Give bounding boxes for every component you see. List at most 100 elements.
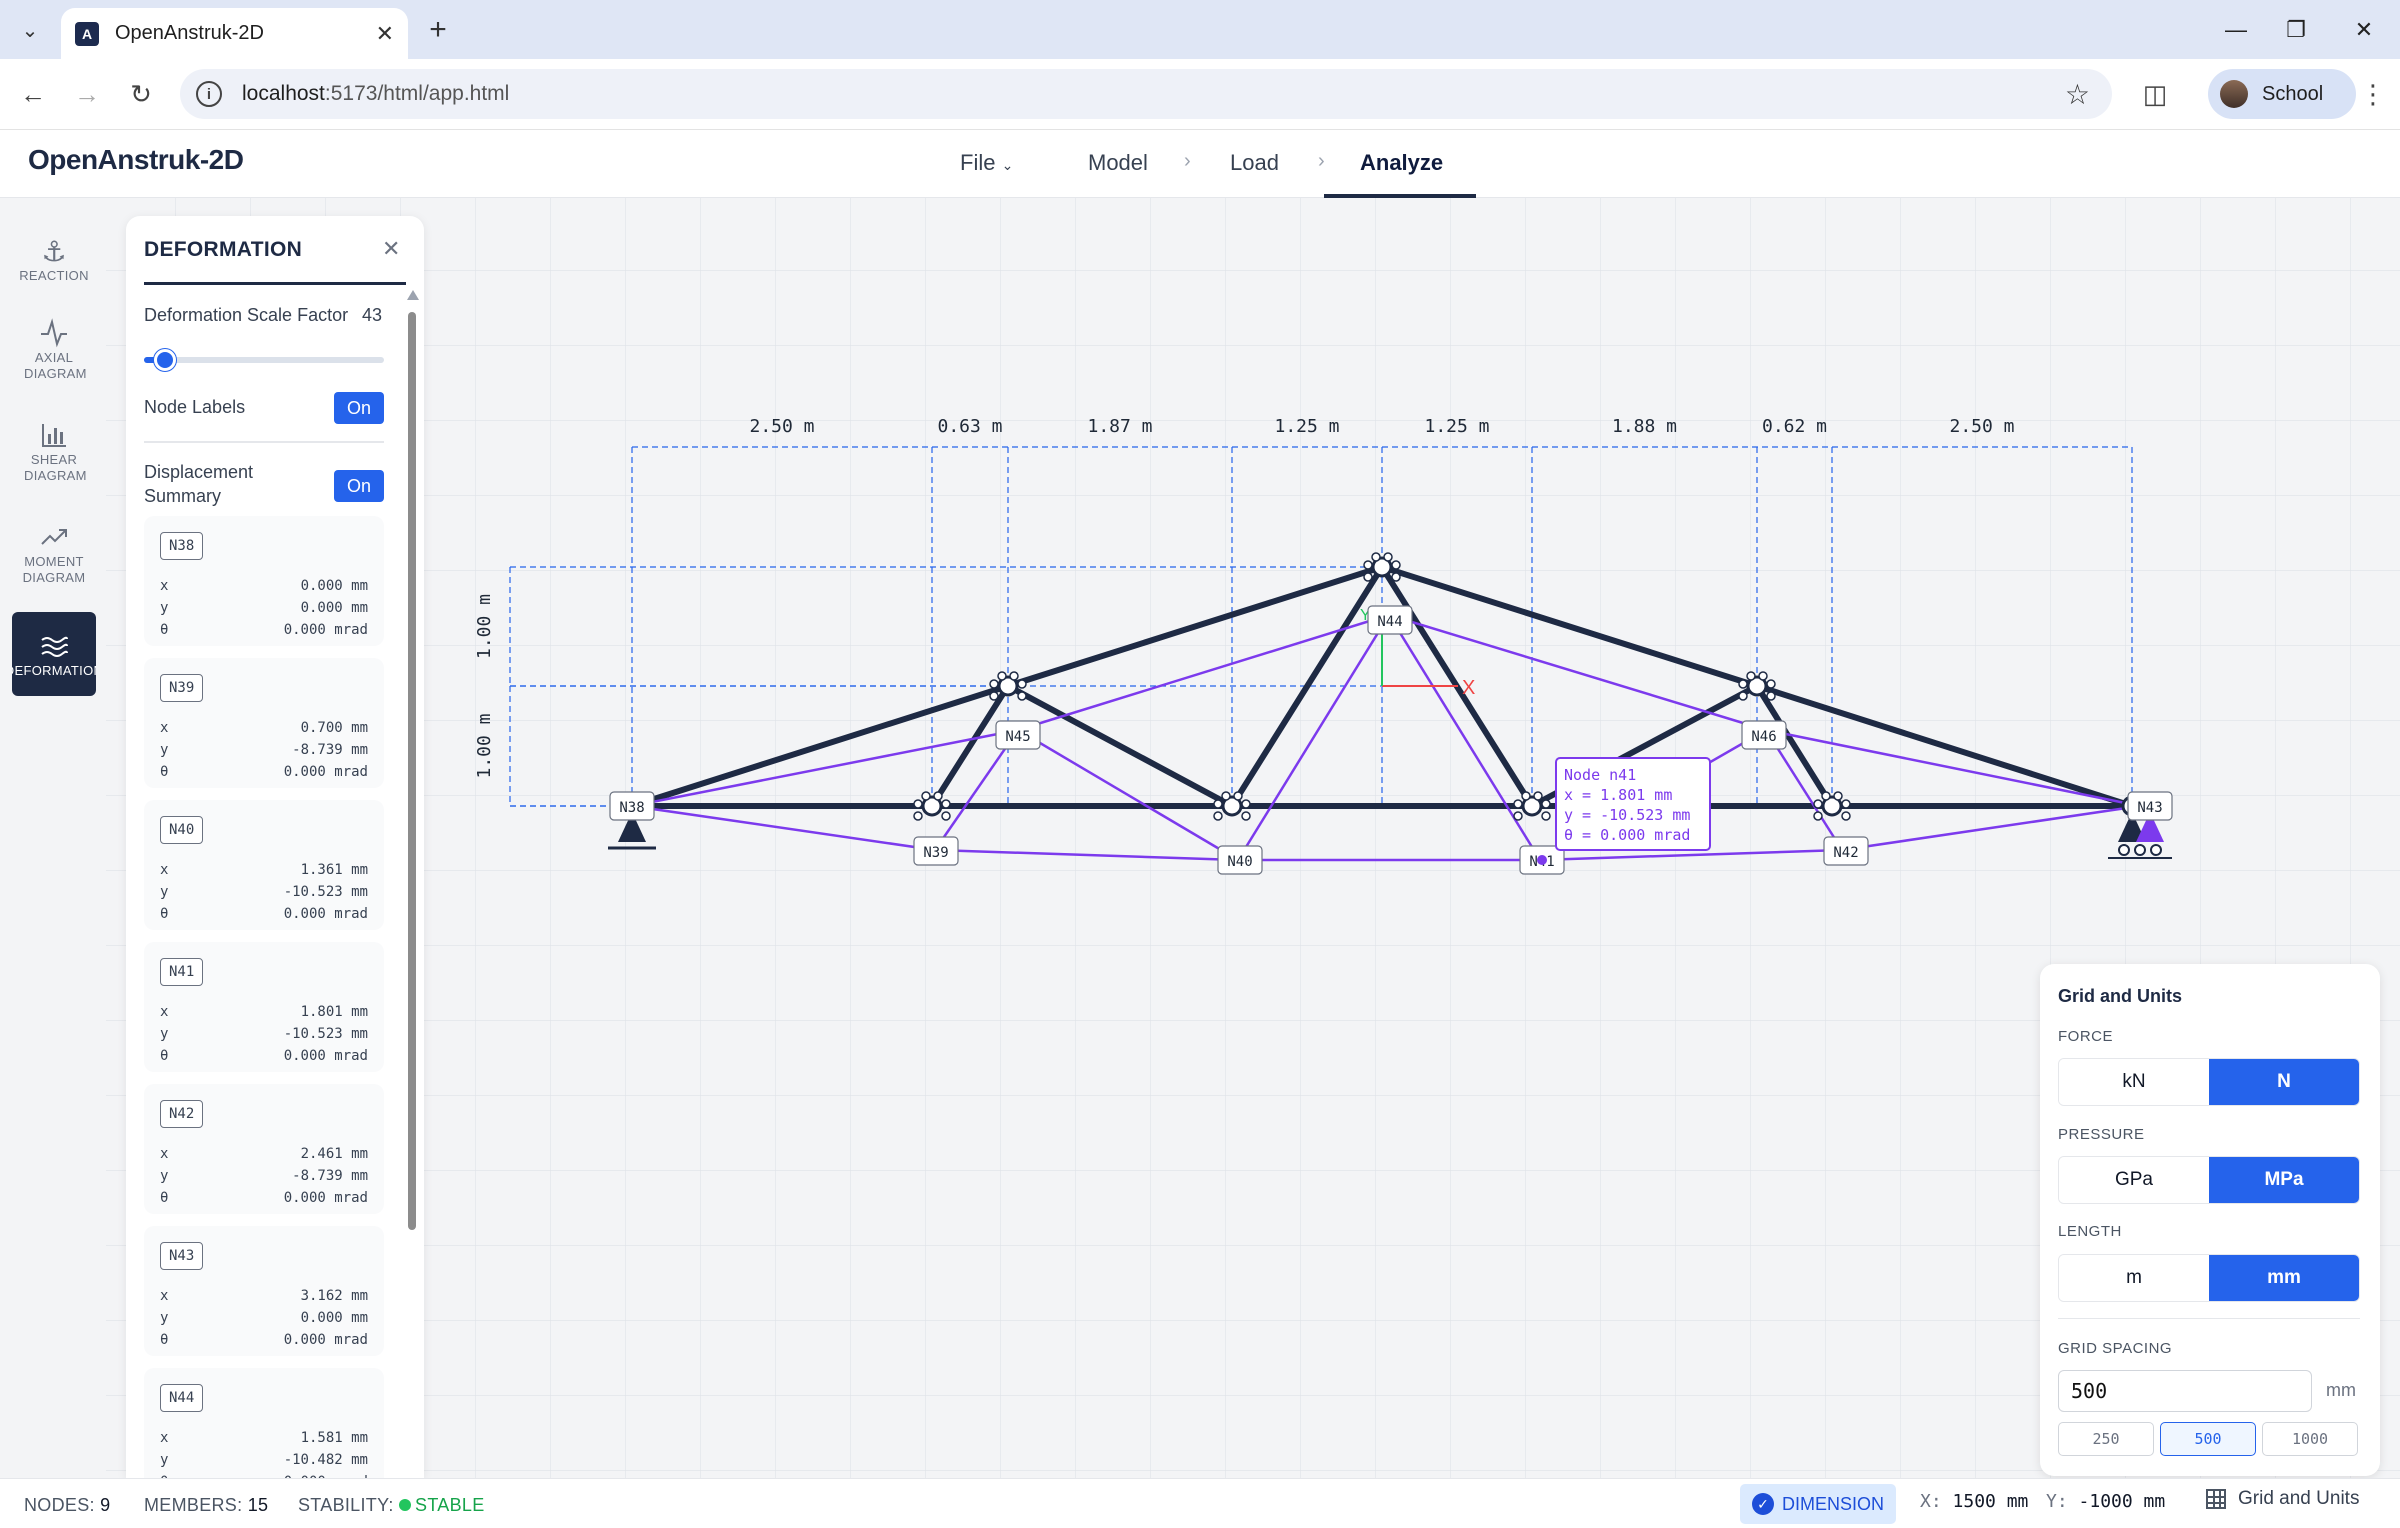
dimension-label: 2.50 m <box>749 416 814 437</box>
force-option-kn[interactable]: kN <box>2059 1059 2209 1105</box>
window-restore-icon[interactable]: ❐ <box>2276 12 2316 48</box>
extensions-puzzle-icon[interactable]: ◫ <box>2136 75 2174 113</box>
browser-tab[interactable]: A OpenAnstruk-2D ✕ <box>61 8 408 59</box>
spacing-preset-250[interactable]: 250 <box>2058 1422 2154 1456</box>
length-option-m[interactable]: m <box>2059 1255 2209 1301</box>
roller-wheel <box>2150 844 2162 856</box>
joint-bolt <box>1363 560 1373 570</box>
node-labels-toggle[interactable]: On <box>334 392 384 424</box>
back-arrow-icon[interactable]: ← <box>14 75 52 113</box>
tab-search-chevron-icon[interactable]: ⌄ <box>12 12 48 48</box>
divider <box>144 441 384 443</box>
new-tab-plus-icon[interactable]: + <box>420 12 456 48</box>
node-tag: N39 <box>160 674 204 702</box>
window-minimize-icon[interactable]: — <box>2216 12 2256 48</box>
pressure-label: PRESSURE <box>2058 1126 2145 1143</box>
joint-bolt <box>1841 811 1851 821</box>
length-selector: m mm <box>2058 1254 2360 1302</box>
check-icon: ✓ <box>1752 1493 1774 1515</box>
divider <box>2058 1318 2360 1319</box>
rail-label: SHEAR DIAGRAM <box>24 452 87 483</box>
nav-file-menu[interactable]: File ⌄ <box>960 150 1013 176</box>
joint-bolt <box>1766 691 1776 701</box>
joint-bolt <box>1017 679 1027 689</box>
length-option-mm[interactable]: mm <box>2209 1255 2359 1301</box>
chevron-down-icon: ⌄ <box>1001 157 1014 173</box>
pressure-option-mpa[interactable]: MPa <box>2209 1157 2359 1203</box>
scroll-up-icon[interactable] <box>407 290 419 300</box>
joint-bolt <box>1221 791 1231 801</box>
displacement-summary-toggle[interactable]: On <box>334 470 384 502</box>
rail-axial-diagram[interactable]: AXIAL DIAGRAM <box>12 316 96 382</box>
node-labels-label: Node Labels <box>144 397 246 417</box>
length-label: LENGTH <box>2058 1223 2122 1240</box>
node-tag: N44 <box>160 1384 204 1412</box>
node-label: N44 <box>1377 614 1402 630</box>
nav-analyze[interactable]: Analyze <box>1360 150 1443 176</box>
joint-bolt <box>1813 811 1823 821</box>
joint-bolt <box>1813 799 1823 809</box>
rail-reaction[interactable]: ⚓ REACTION <box>12 234 96 284</box>
axial-wave-icon <box>39 316 69 350</box>
address-bar[interactable]: i localhost:5173/html/app.html ☆ <box>180 69 2112 119</box>
scale-factor-slider[interactable] <box>144 349 384 371</box>
spacing-preset-500[interactable]: 500 <box>2160 1422 2256 1456</box>
waves-icon <box>39 629 69 663</box>
site-info-icon[interactable]: i <box>196 81 222 107</box>
rail-moment-diagram[interactable]: MOMENT DIAGRAM <box>12 520 96 586</box>
joint-bolt <box>1391 572 1401 582</box>
forward-arrow-icon[interactable]: → <box>68 75 106 113</box>
browser-menu-icon[interactable]: ⋮ <box>2358 75 2388 113</box>
displacement-card: N40 x 1.361 mm y -10.523 mm θ 0.000 mrad <box>144 800 384 930</box>
joint-bolt <box>921 791 931 801</box>
left-rail: ⚓ REACTION AXIAL DIAGRAM SHEAR DIAGRAM M… <box>0 198 106 1478</box>
joint-bolt <box>1746 671 1756 681</box>
joint-bolt <box>1213 811 1223 821</box>
window-close-icon[interactable]: ✕ <box>2344 12 2384 48</box>
node-label: N43 <box>2137 800 2162 816</box>
joint-bolt <box>913 811 923 821</box>
browser-tab-strip: ⌄ A OpenAnstruk-2D ✕ + — ❐ ✕ <box>0 0 2400 59</box>
tab-close-icon[interactable]: ✕ <box>376 21 394 47</box>
cursor-y: Y: -1000 mm <box>2046 1491 2166 1512</box>
nav-chevron-icon: › <box>1184 150 1191 172</box>
dimension-toggle[interactable]: ✓ DIMENSION <box>1740 1484 1896 1524</box>
grid-spacing-label: GRID SPACING <box>2058 1340 2173 1357</box>
displacement-card: N42 x 2.461 mm y -8.739 mm θ 0.000 mrad <box>144 1084 384 1214</box>
panel-scrollbar[interactable] <box>406 290 419 1478</box>
rail-label: MOMENT DIAGRAM <box>22 554 86 585</box>
nav-load[interactable]: Load <box>1230 150 1279 176</box>
force-label: FORCE <box>2058 1028 2113 1045</box>
scroll-thumb[interactable] <box>408 312 416 1230</box>
joint-bolt <box>1213 799 1223 809</box>
profile-button[interactable]: School <box>2208 69 2356 119</box>
bar-chart-icon <box>39 418 69 452</box>
reload-icon[interactable]: ↻ <box>122 75 160 113</box>
joint-bolt <box>1738 679 1748 689</box>
joint-bolt <box>1017 691 1027 701</box>
dimension-label: 1.88 m <box>1612 416 1677 437</box>
panel-title: Grid and Units <box>2058 986 2183 1006</box>
browser-toolbar: ← → ↻ i localhost:5173/html/app.html ☆ ◫… <box>0 59 2400 130</box>
pressure-selector: GPa MPa <box>2058 1156 2360 1204</box>
grid-spacing-input[interactable]: 500 <box>2058 1370 2312 1412</box>
tooltip-line: x = 1.801 mm <box>1564 786 1672 804</box>
pressure-option-gpa[interactable]: GPa <box>2059 1157 2209 1203</box>
status-bar: NODES: 9 MEMBERS: 15 STABILITY: STABLE <box>0 1478 2400 1528</box>
rail-deformation[interactable]: DEFORMATION <box>12 612 96 696</box>
rail-shear-diagram[interactable]: SHEAR DIAGRAM <box>12 418 96 484</box>
dimension-label: 1.87 m <box>1087 416 1152 437</box>
joint-bolt <box>1513 799 1523 809</box>
bookmark-star-icon[interactable]: ☆ <box>2065 78 2090 111</box>
close-icon[interactable]: ✕ <box>382 236 400 262</box>
panel-title: DEFORMATION <box>144 238 303 261</box>
dimension-label: 0.62 m <box>1762 416 1827 437</box>
rail-label: DEFORMATION <box>12 663 96 678</box>
profile-name: School <box>2262 82 2324 105</box>
dimension-label: 1.25 m <box>1274 416 1339 437</box>
nav-model[interactable]: Model <box>1088 150 1148 176</box>
force-option-n[interactable]: N <box>2209 1059 2359 1105</box>
slider-handle[interactable] <box>154 349 176 371</box>
spacing-preset-1000[interactable]: 1000 <box>2262 1422 2358 1456</box>
grid-and-units-toggle[interactable]: Grid and Units <box>2206 1488 2359 1510</box>
